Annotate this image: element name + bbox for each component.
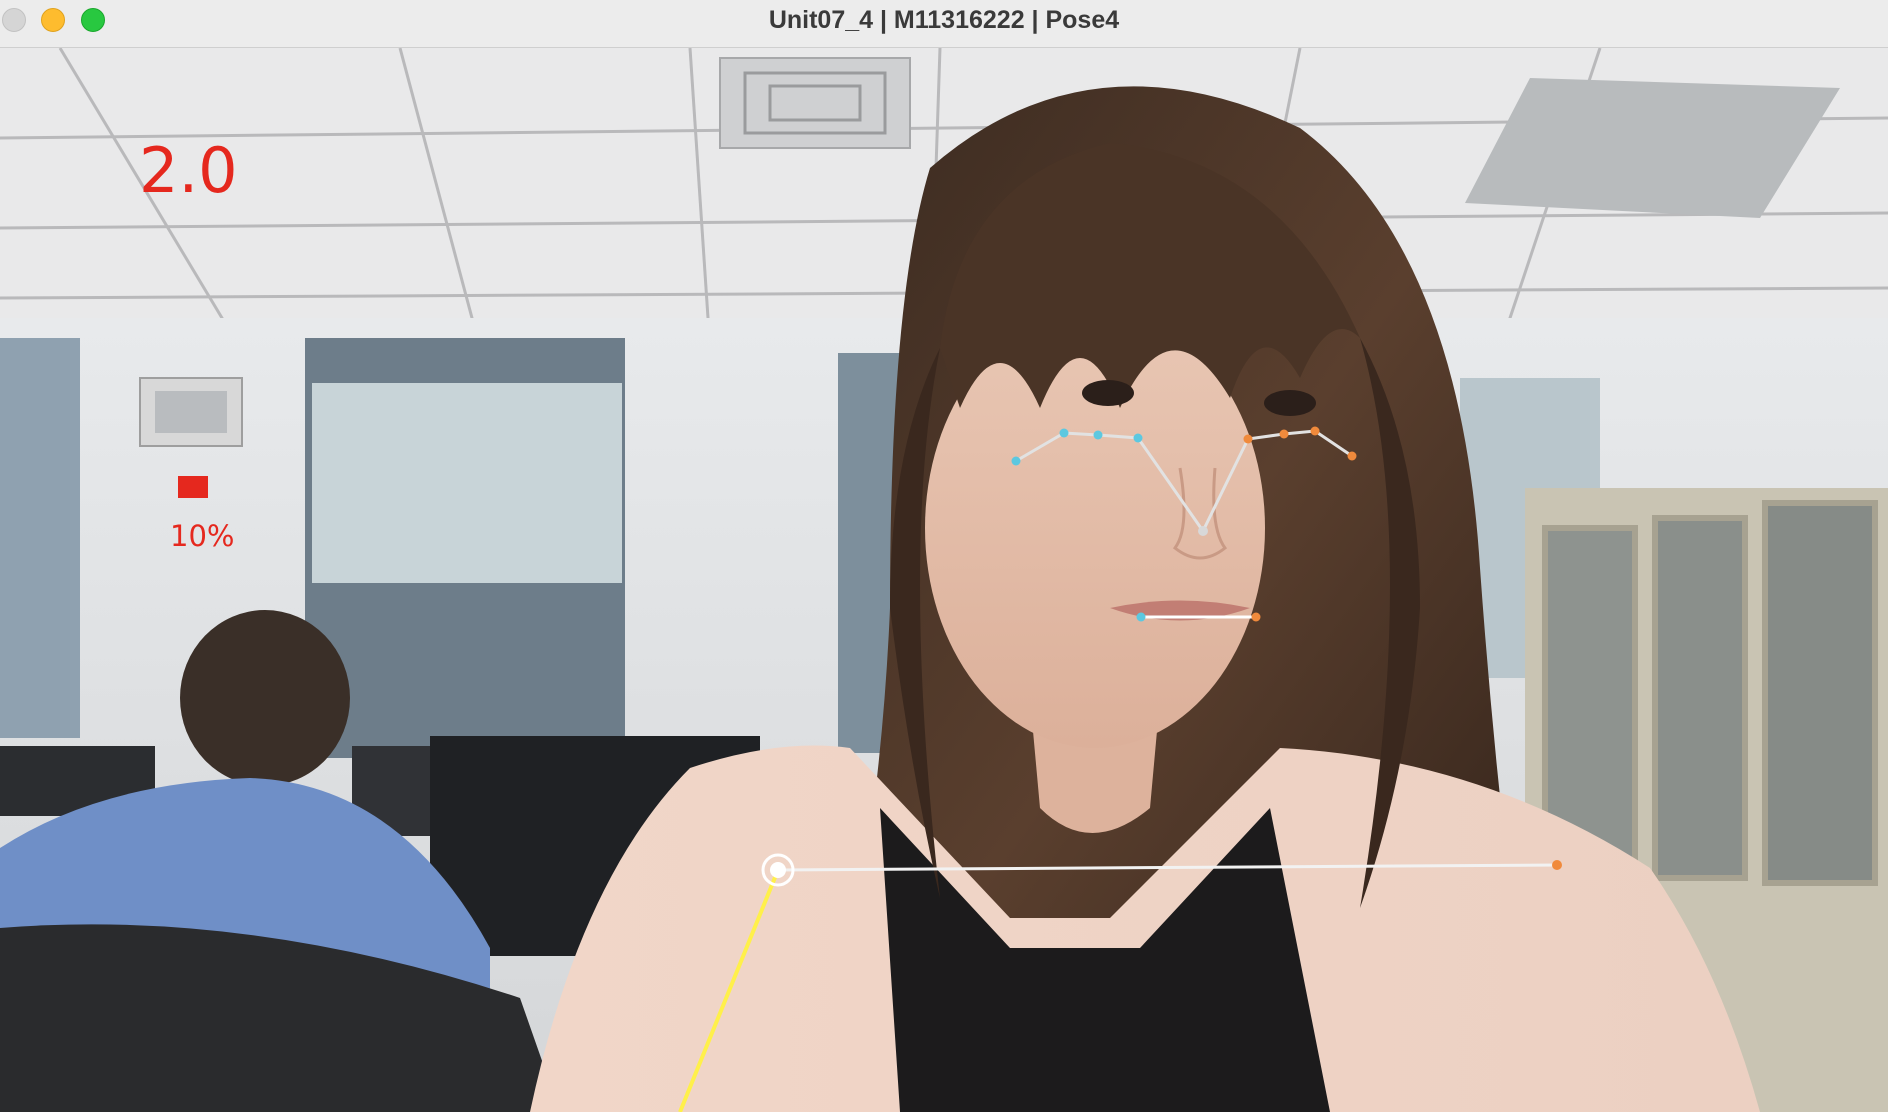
right-eye xyxy=(1264,390,1316,416)
right-shoulder-landmark xyxy=(1552,860,1562,870)
mouth-left-landmark xyxy=(1136,612,1146,622)
camera-feed: 2.0 10% xyxy=(0,48,1888,1112)
left-eye xyxy=(1082,380,1134,406)
title-bar: Unit07_4 | M11316222 | Pose4 xyxy=(0,0,1888,48)
left-shoulder-landmark xyxy=(770,862,786,878)
mouth-right-landmark xyxy=(1251,612,1261,622)
nose-landmark xyxy=(1198,526,1208,536)
progress-level-bar xyxy=(178,476,208,498)
app-window: Unit07_4 | M11316222 | Pose4 2.0 10% xyxy=(0,0,1888,1112)
window-left xyxy=(0,338,80,738)
person-background-head xyxy=(180,610,350,786)
window-title: Unit07_4 | M11316222 | Pose4 xyxy=(768,6,1120,34)
progress-percent: 10% xyxy=(170,519,235,553)
pose-score: 2.0 xyxy=(139,134,238,207)
window-blind xyxy=(312,383,622,583)
camera-frame xyxy=(0,48,1888,1112)
